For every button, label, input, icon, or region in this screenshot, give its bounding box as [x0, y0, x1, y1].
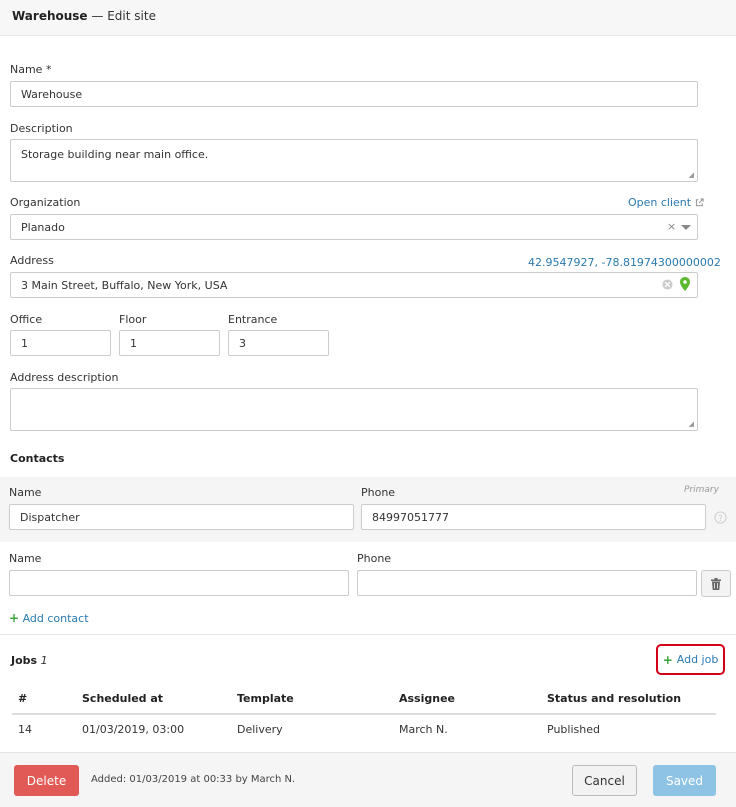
- plus-icon: +: [662, 652, 673, 667]
- address-description-label: Address description: [10, 371, 119, 384]
- external-link-icon: [695, 198, 704, 207]
- add-job-button[interactable]: + Add job: [656, 644, 725, 675]
- resize-handle-icon[interactable]: ◢: [689, 420, 694, 428]
- saved-button[interactable]: Saved: [653, 765, 716, 796]
- contact-phone-label: Phone: [361, 486, 396, 499]
- map-pin-icon[interactable]: [680, 277, 690, 291]
- jobs-title: Jobs: [11, 654, 38, 667]
- contact-name-label: Name: [9, 486, 42, 499]
- organization-value: Planado: [21, 221, 65, 234]
- coordinates-link[interactable]: 42.9547927, -78.81974300000002: [528, 256, 721, 269]
- resize-handle-icon[interactable]: ◢: [689, 171, 694, 179]
- chevron-down-icon[interactable]: [681, 225, 691, 231]
- cancel-button[interactable]: Cancel: [572, 765, 637, 796]
- primary-label: Primary: [684, 485, 719, 495]
- delete-button[interactable]: Delete: [14, 765, 79, 796]
- clear-icon[interactable]: ×: [667, 220, 676, 233]
- column-header-id: #: [18, 692, 28, 705]
- column-header-scheduled: Scheduled at: [82, 692, 164, 705]
- add-job-label: Add job: [676, 653, 719, 666]
- svg-text:?: ?: [718, 513, 722, 523]
- job-assignee: March N.: [399, 723, 448, 736]
- job-scheduled: 01/03/2019, 03:00: [82, 723, 185, 736]
- trash-icon: [711, 577, 721, 590]
- contact-name-input[interactable]: Dispatcher: [9, 504, 354, 530]
- organization-select[interactable]: Planado ×: [10, 214, 698, 240]
- job-id-link[interactable]: 14: [18, 723, 32, 736]
- site-title: Warehouse: [12, 9, 88, 23]
- name-input[interactable]: Warehouse: [10, 81, 698, 107]
- job-template: Delivery: [237, 723, 283, 736]
- description-label: Description: [10, 122, 73, 135]
- address-input[interactable]: 3 Main Street, Buffalo, New York, USA: [10, 272, 698, 298]
- address-label: Address: [10, 254, 54, 267]
- info-icon[interactable]: ?: [714, 511, 727, 524]
- add-contact-link[interactable]: + Add contact: [9, 611, 89, 625]
- page-subtitle: — Edit site: [91, 9, 156, 23]
- jobs-count: 1: [40, 654, 48, 667]
- delete-contact-button[interactable]: [701, 570, 731, 597]
- column-header-status: Status and resolution: [547, 692, 682, 705]
- address-value: 3 Main Street, Buffalo, New York, USA: [21, 279, 228, 292]
- description-text: Storage building near main office.: [21, 148, 209, 161]
- open-client-label: Open client: [628, 196, 692, 209]
- table-header-divider: [12, 713, 716, 715]
- plus-icon: +: [9, 611, 20, 625]
- floor-label: Floor: [119, 313, 147, 326]
- jobs-heading: Jobs 1: [11, 654, 48, 667]
- clear-icon[interactable]: [662, 279, 673, 290]
- add-contact-label: Add contact: [22, 612, 89, 625]
- contact-name-label: Name: [9, 552, 42, 565]
- office-input[interactable]: 1: [10, 330, 111, 356]
- description-textarea[interactable]: Storage building near main office. ◢: [10, 139, 698, 182]
- contact-name-input[interactable]: [9, 570, 349, 596]
- section-divider: [0, 634, 736, 635]
- organization-label: Organization: [10, 196, 81, 209]
- name-label: Name *: [10, 63, 52, 76]
- page-header: Warehouse — Edit site: [0, 0, 736, 36]
- contact-phone-label: Phone: [357, 552, 392, 565]
- added-info: Added: 01/03/2019 at 00:33 by March N.: [91, 774, 296, 785]
- entrance-label: Entrance: [228, 313, 278, 326]
- office-label: Office: [10, 313, 43, 326]
- column-header-template: Template: [237, 692, 294, 705]
- column-header-assignee: Assignee: [399, 692, 456, 705]
- entrance-input[interactable]: 3: [228, 330, 329, 356]
- contact-phone-input[interactable]: [357, 570, 697, 596]
- open-client-link[interactable]: Open client: [628, 196, 704, 209]
- floor-input[interactable]: 1: [119, 330, 220, 356]
- address-description-textarea[interactable]: ◢: [10, 388, 698, 431]
- job-status: Published: [547, 723, 600, 736]
- contact-phone-input[interactable]: 84997051777: [361, 504, 706, 530]
- contacts-title: Contacts: [10, 452, 65, 465]
